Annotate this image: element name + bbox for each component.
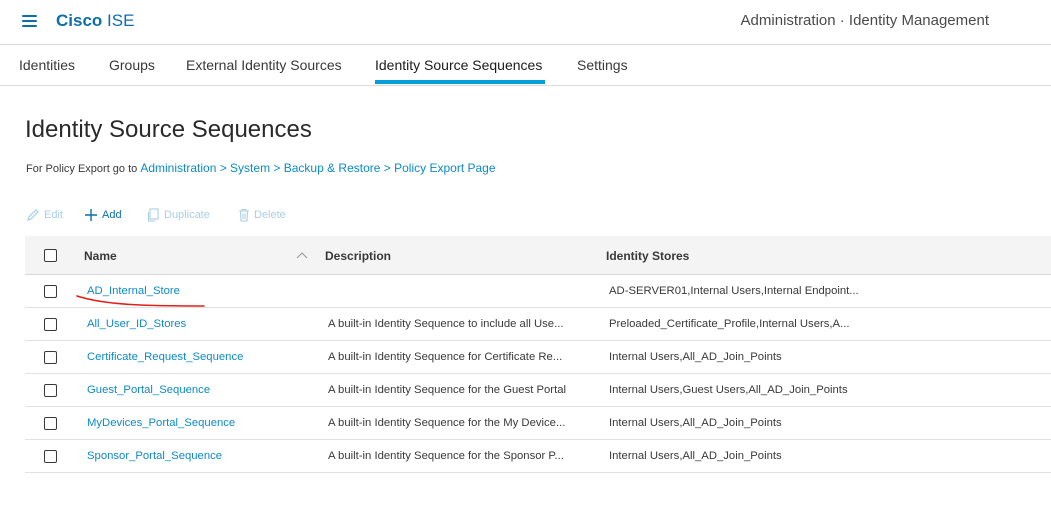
tab-identity-source-sequences[interactable]: Identity Source Sequences	[375, 57, 542, 73]
export-prefix: For Policy Export go to	[26, 163, 138, 175]
row-identity-stores: Internal Users,All_AD_Join_Points	[609, 417, 782, 429]
row-description: A built-in Identity Sequence for the Spo…	[328, 450, 564, 462]
select-all-checkbox[interactable]	[44, 249, 57, 262]
row-name-link[interactable]: Guest_Portal_Sequence	[87, 384, 312, 396]
row-name-link[interactable]: MyDevices_Portal_Sequence	[87, 417, 312, 429]
row-description: A built-in Identity Sequence for Certifi…	[328, 351, 563, 363]
row-identity-stores: Internal Users,All_AD_Join_Points	[609, 450, 782, 462]
duplicate-icon	[147, 208, 159, 222]
trash-icon	[239, 208, 249, 222]
row-name-link[interactable]: All_User_ID_Stores	[87, 318, 312, 330]
header-title: Administration · Identity Management	[740, 12, 989, 29]
row-description: A built-in Identity Sequence to include …	[328, 318, 564, 330]
add-button[interactable]: Add	[84, 208, 122, 222]
brand-bold: Cisco	[56, 11, 103, 30]
tab-identities[interactable]: Identities	[19, 57, 75, 73]
table-row[interactable]: All_User_ID_Stores A built-in Identity S…	[25, 308, 1051, 341]
tab-settings[interactable]: Settings	[577, 57, 628, 73]
row-identity-stores: AD-SERVER01,Internal Users,Internal Endp…	[609, 285, 859, 297]
row-name-link[interactable]: Sponsor_Portal_Sequence	[87, 450, 312, 462]
add-label: Add	[102, 209, 122, 221]
duplicate-label: Duplicate	[164, 209, 210, 221]
identity-sequences-table: Name Description Identity Stores AD_Inte…	[25, 236, 1051, 473]
table-row[interactable]: AD_Internal_Store AD-SERVER01,Internal U…	[25, 275, 1051, 308]
edit-button[interactable]: Edit	[26, 208, 63, 222]
plus-icon	[85, 209, 97, 221]
policy-export-hint: For Policy Export go to Administration >…	[26, 161, 496, 175]
page-title: Identity Source Sequences	[25, 116, 312, 143]
row-checkbox[interactable]	[44, 384, 57, 397]
tab-groups[interactable]: Groups	[109, 57, 155, 73]
table-row[interactable]: Certificate_Request_Sequence A built-in …	[25, 341, 1051, 374]
pencil-icon	[27, 209, 39, 221]
table-header: Name Description Identity Stores	[25, 236, 1051, 275]
delete-button[interactable]: Delete	[238, 208, 286, 222]
row-description: A built-in Identity Sequence for the My …	[328, 417, 566, 429]
row-name-link[interactable]: AD_Internal_Store	[87, 285, 312, 297]
sort-ascending-icon[interactable]	[296, 250, 308, 260]
row-checkbox[interactable]	[44, 417, 57, 430]
edit-label: Edit	[44, 209, 63, 221]
row-identity-stores: Internal Users,Guest Users,All_AD_Join_P…	[609, 384, 848, 396]
brand-rest: ISE	[107, 11, 135, 30]
row-name-link[interactable]: Certificate_Request_Sequence	[87, 351, 312, 363]
active-tab-indicator	[375, 80, 545, 84]
policy-export-link[interactable]: Administration > System > Backup & Resto…	[140, 161, 495, 175]
column-header-identity-stores[interactable]: Identity Stores	[606, 249, 689, 263]
column-header-description[interactable]: Description	[325, 249, 391, 263]
row-checkbox[interactable]	[44, 450, 57, 463]
tab-external-identity-sources[interactable]: External Identity Sources	[186, 57, 342, 73]
table-row[interactable]: MyDevices_Portal_Sequence A built-in Ide…	[25, 407, 1051, 440]
row-checkbox[interactable]	[44, 318, 57, 331]
column-header-name[interactable]: Name	[84, 249, 117, 263]
tab-bar: Identities Groups External Identity Sour…	[0, 46, 1051, 86]
duplicate-button[interactable]: Duplicate	[147, 208, 210, 222]
brand-logo[interactable]: Cisco ISE	[56, 11, 134, 31]
table-row[interactable]: Sponsor_Portal_Sequence A built-in Ident…	[25, 440, 1051, 473]
row-checkbox[interactable]	[44, 351, 57, 364]
row-description: A built-in Identity Sequence for the Gue…	[328, 384, 567, 396]
menu-icon[interactable]	[22, 15, 37, 27]
delete-label: Delete	[254, 209, 286, 221]
row-identity-stores: Preloaded_Certificate_Profile,Internal U…	[609, 318, 850, 330]
table-row[interactable]: Guest_Portal_Sequence A built-in Identit…	[25, 374, 1051, 407]
top-header: Cisco ISE Administration · Identity Mana…	[0, 0, 1051, 45]
row-identity-stores: Internal Users,All_AD_Join_Points	[609, 351, 782, 363]
row-checkbox[interactable]	[44, 285, 57, 298]
